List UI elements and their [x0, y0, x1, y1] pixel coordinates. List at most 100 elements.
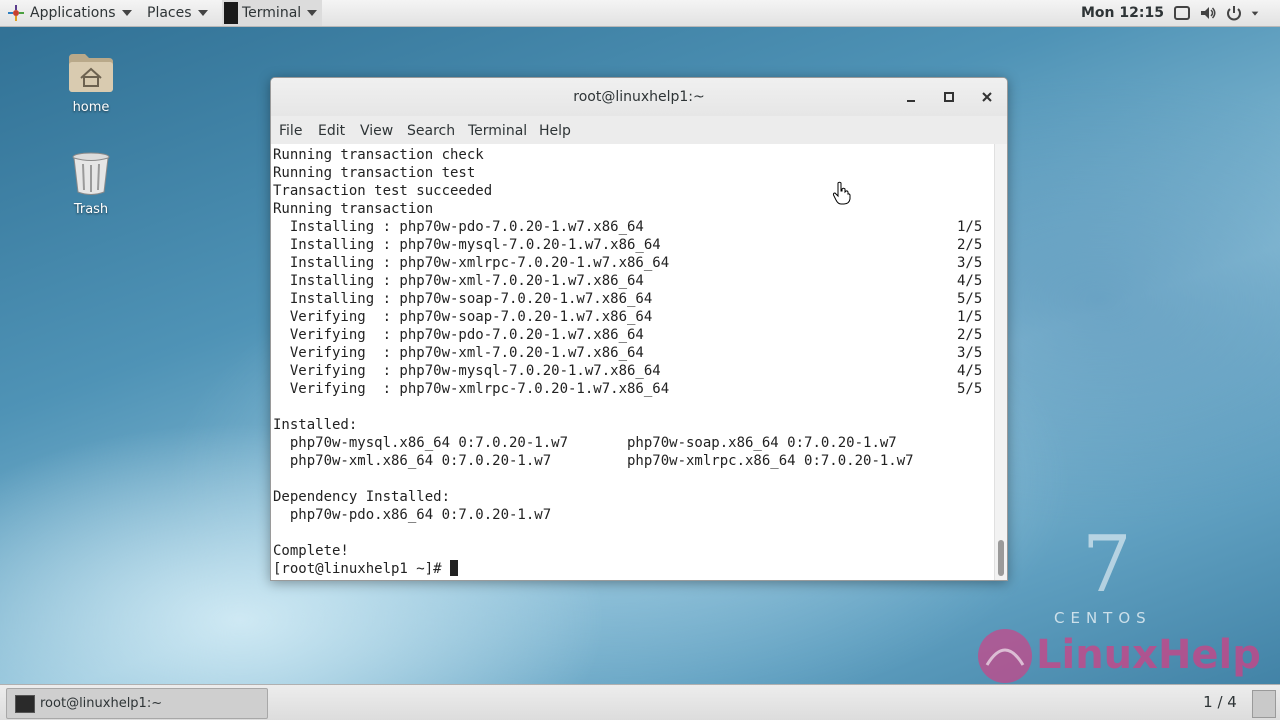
text-cursor [450, 560, 459, 576]
terminal-menubar: File Edit View Search Terminal Help [271, 116, 1007, 144]
places-label: Places [147, 5, 192, 21]
terminal-window[interactable]: root@linuxhelp1:~ File Edit View Search … [270, 77, 1008, 581]
terminal-line: Installing : php70w-soap-7.0.20-1.w7.x86… [273, 290, 994, 308]
scrollbar-thumb[interactable] [998, 540, 1004, 576]
terminal-line-text: Verifying : php70w-mysql-7.0.20-1.w7.x86… [273, 363, 661, 379]
menu-search[interactable]: Search [407, 116, 455, 144]
transaction-count: 1/5 [957, 309, 983, 325]
transaction-count: 5/5 [957, 381, 983, 397]
terminal-line-text: Installing : php70w-xmlrpc-7.0.20-1.w7.x… [273, 255, 670, 271]
transaction-count: 3/5 [957, 255, 983, 271]
close-icon [982, 92, 992, 102]
terminal-line-text: Running transaction check [273, 147, 484, 163]
transaction-count: 4/5 [957, 273, 983, 289]
terminal-line: Complete! [273, 542, 994, 560]
home-folder-icon [69, 54, 113, 92]
menu-edit[interactable]: Edit [318, 116, 345, 144]
terminal-line: Installing : php70w-xmlrpc-7.0.20-1.w7.x… [273, 254, 994, 272]
chevron-down-icon [197, 10, 208, 16]
terminal-line-text: php70w-mysql.x86_64 0:7.0.20-1.w7 php70w… [273, 435, 897, 451]
minimize-icon [907, 100, 915, 102]
terminal-line-text: Installing : php70w-xml-7.0.20-1.w7.x86_… [273, 273, 644, 289]
close-button[interactable] [977, 87, 997, 107]
terminal-app-label: Terminal [242, 5, 302, 21]
terminal-line-text: Verifying : php70w-soap-7.0.20-1.w7.x86_… [273, 309, 653, 325]
applications-icon [8, 5, 24, 21]
terminal-icon [224, 2, 238, 24]
taskbar-item-terminal[interactable]: root@linuxhelp1:~ [6, 688, 268, 719]
menu-view[interactable]: View [360, 116, 393, 144]
shell-prompt: [root@linuxhelp1 ~]# [273, 561, 451, 577]
chevron-down-icon [121, 10, 132, 16]
menu-help[interactable]: Help [539, 116, 571, 144]
desktop-icon-home[interactable]: home [51, 50, 131, 115]
volume-icon [1201, 7, 1216, 19]
terminal-line-text: php70w-xml.x86_64 0:7.0.20-1.w7 php70w-x… [273, 453, 914, 469]
transaction-count: 4/5 [957, 363, 983, 379]
terminal-icon [15, 695, 35, 713]
prompt-line[interactable]: [root@linuxhelp1 ~]# [273, 560, 994, 578]
terminal-app-menu[interactable]: Terminal [222, 0, 322, 26]
hand-pointer-icon [832, 181, 851, 205]
terminal-line: Installed: [273, 416, 994, 434]
clock[interactable]: Mon 12:15 [1081, 0, 1164, 26]
terminal-line: Verifying : php70w-xml-7.0.20-1.w7.x86_6… [273, 344, 994, 362]
taskbar-item-label: root@linuxhelp1:~ [40, 696, 163, 711]
status-area[interactable] [1173, 4, 1271, 22]
terminal-line: Verifying : php70w-pdo-7.0.20-1.w7.x86_6… [273, 326, 994, 344]
applications-label: Applications [30, 5, 116, 21]
terminal-line: Dependency Installed: [273, 488, 994, 506]
top-panel: Applications Places Terminal Mon 12:15 [0, 0, 1280, 27]
minimize-button[interactable] [901, 87, 921, 107]
terminal-line: Running transaction check [273, 146, 994, 164]
terminal-line: Verifying : php70w-xmlrpc-7.0.20-1.w7.x8… [273, 380, 994, 398]
maximize-button[interactable] [939, 87, 959, 107]
desktop: { "top_panel": { "applications_label": "… [0, 0, 1280, 720]
transaction-count: 5/5 [957, 291, 983, 307]
terminal-line-text: Installing : php70w-soap-7.0.20-1.w7.x86… [273, 291, 653, 307]
terminal-line: Installing : php70w-pdo-7.0.20-1.w7.x86_… [273, 218, 994, 236]
menu-terminal[interactable]: Terminal [468, 116, 527, 144]
terminal-line-text: Running transaction [273, 201, 434, 217]
applications-menu[interactable]: Applications [8, 0, 132, 26]
terminal-line-text: Transaction test succeeded [273, 183, 493, 199]
screen-icon [1174, 6, 1190, 20]
workspace-indicator[interactable]: 1 / 4 [1190, 688, 1250, 717]
maximize-icon [944, 92, 954, 102]
places-menu[interactable]: Places [147, 0, 208, 26]
transaction-count: 2/5 [957, 237, 983, 253]
terminal-line: Installing : php70w-xml-7.0.20-1.w7.x86_… [273, 272, 994, 290]
terminal-line: Transaction test succeeded [273, 182, 994, 200]
terminal-scrollbar[interactable] [994, 144, 1007, 580]
terminal-line-text: Running transaction test [273, 165, 476, 181]
terminal-line: Running transaction [273, 200, 994, 218]
transaction-count: 2/5 [957, 327, 983, 343]
bottom-panel: root@linuxhelp1:~ 1 / 4 [0, 684, 1280, 720]
terminal-line: php70w-mysql.x86_64 0:7.0.20-1.w7 php70w… [273, 434, 994, 452]
power-icon [1227, 6, 1241, 21]
centos-version-mark: 7 [1082, 520, 1132, 610]
window-titlebar[interactable]: root@linuxhelp1:~ [271, 78, 1007, 116]
desktop-icon-label: Trash [73, 202, 109, 217]
terminal-line: php70w-xml.x86_64 0:7.0.20-1.w7 php70w-x… [273, 452, 994, 470]
terminal-line-text: Verifying : php70w-xml-7.0.20-1.w7.x86_6… [273, 345, 644, 361]
trash-icon [72, 152, 110, 195]
terminal-line-text: php70w-pdo.x86_64 0:7.0.20-1.w7 [273, 507, 552, 523]
desktop-icon-label: home [72, 100, 110, 115]
terminal-line: Running transaction test [273, 164, 994, 182]
terminal-line-text: Verifying : php70w-pdo-7.0.20-1.w7.x86_6… [273, 327, 644, 343]
terminal-line-text: Verifying : php70w-xmlrpc-7.0.20-1.w7.x8… [273, 381, 670, 397]
transaction-count: 3/5 [957, 345, 983, 361]
terminal-output-area[interactable]: Running transaction check Running transac… [271, 144, 994, 580]
workspace-switcher[interactable] [1252, 690, 1276, 718]
terminal-line: Verifying : php70w-mysql-7.0.20-1.w7.x86… [273, 362, 994, 380]
window-title: root@linuxhelp1:~ [573, 89, 705, 105]
terminal-line-text: Installing : php70w-mysql-7.0.20-1.w7.x8… [273, 237, 661, 253]
desktop-icon-trash[interactable]: Trash [51, 150, 131, 217]
menu-file[interactable]: File [279, 116, 302, 144]
terminal-output: Running transaction check Running transac… [271, 144, 994, 578]
transaction-count: 1/5 [957, 219, 983, 235]
